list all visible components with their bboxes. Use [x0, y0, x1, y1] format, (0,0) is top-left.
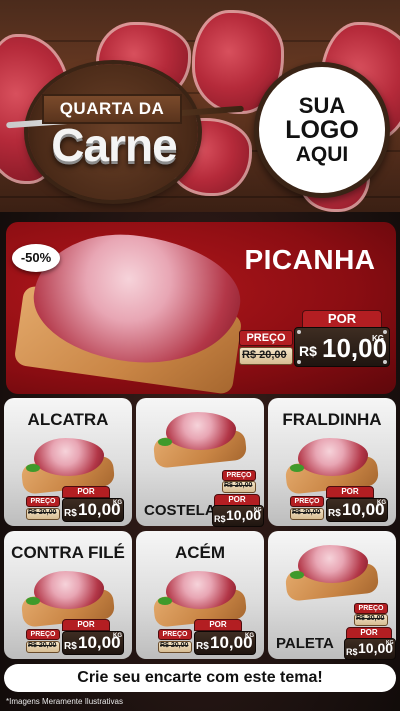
por-label: POR — [326, 486, 374, 498]
unit-label: KG — [254, 507, 262, 513]
por-label: POR — [194, 619, 242, 631]
preco-label: PREÇO — [239, 330, 293, 346]
old-price: R$ 20,00 — [28, 509, 57, 516]
old-price: R$ 20,00 — [224, 482, 253, 489]
por-label: POR — [62, 619, 110, 631]
logo-line: AQUI — [295, 142, 349, 166]
old-price: R$ 20,00 — [28, 642, 57, 649]
por-label: POR — [62, 486, 110, 498]
product-name: COSTELA — [144, 502, 216, 519]
herb-image — [290, 464, 304, 472]
unit-label: KG — [372, 334, 384, 343]
old-price: R$ 20,00 — [292, 509, 321, 516]
currency: R$ — [64, 641, 77, 652]
logo-line: SUA — [298, 93, 346, 119]
preco-label: PREÇO — [26, 496, 60, 507]
preco-label: PREÇO — [26, 629, 60, 640]
unit-label: KG — [113, 500, 122, 506]
currency: R$ — [328, 508, 341, 519]
disclaimer: *Imagens Meramente Ilustrativas — [6, 697, 123, 706]
unit-label: KG — [245, 633, 254, 639]
product-name: FRALDINHA — [282, 410, 382, 429]
product-name: ACÉM — [174, 543, 226, 562]
currency: R$ — [214, 514, 226, 524]
old-price: R$ 20,00 — [356, 615, 385, 622]
header-banner: QUARTA DA Carne SUA LOGO AQUI — [0, 0, 400, 212]
discount-badge: -50% — [12, 244, 60, 272]
old-price: R$ 20,00 — [242, 349, 287, 361]
herb-image — [290, 571, 304, 579]
herb-image — [158, 597, 172, 605]
por-label: POR — [302, 310, 382, 328]
herb-image — [26, 597, 40, 605]
old-currency: R$ — [299, 343, 317, 359]
preco-label: PREÇO — [354, 603, 388, 614]
unit-label: KG — [377, 500, 386, 506]
currency: R$ — [196, 641, 209, 652]
unit-label: KG — [386, 640, 394, 646]
old-price: R$ 20,00 — [160, 642, 189, 649]
campaign-title-main: Carne — [51, 119, 177, 171]
herb-image — [26, 464, 40, 472]
currency: R$ — [346, 647, 358, 657]
unit-label: KG — [113, 633, 122, 639]
product-name: PALETA — [276, 635, 334, 652]
product-name: CONTRA FILÉ — [11, 543, 125, 562]
featured-product-name: PICANHA — [244, 244, 376, 275]
logo-placeholder: SUA LOGO AQUI — [254, 62, 390, 198]
preco-label: PREÇO — [222, 470, 256, 481]
preco-label: PREÇO — [158, 629, 192, 640]
cta-banner: Crie seu encarte com este tema! — [4, 664, 396, 692]
currency: R$ — [64, 508, 77, 519]
product-name: ALCATRA — [27, 410, 109, 429]
logo-line: LOGO — [285, 116, 359, 145]
preco-label: PREÇO — [290, 496, 324, 507]
herb-image — [158, 438, 172, 446]
